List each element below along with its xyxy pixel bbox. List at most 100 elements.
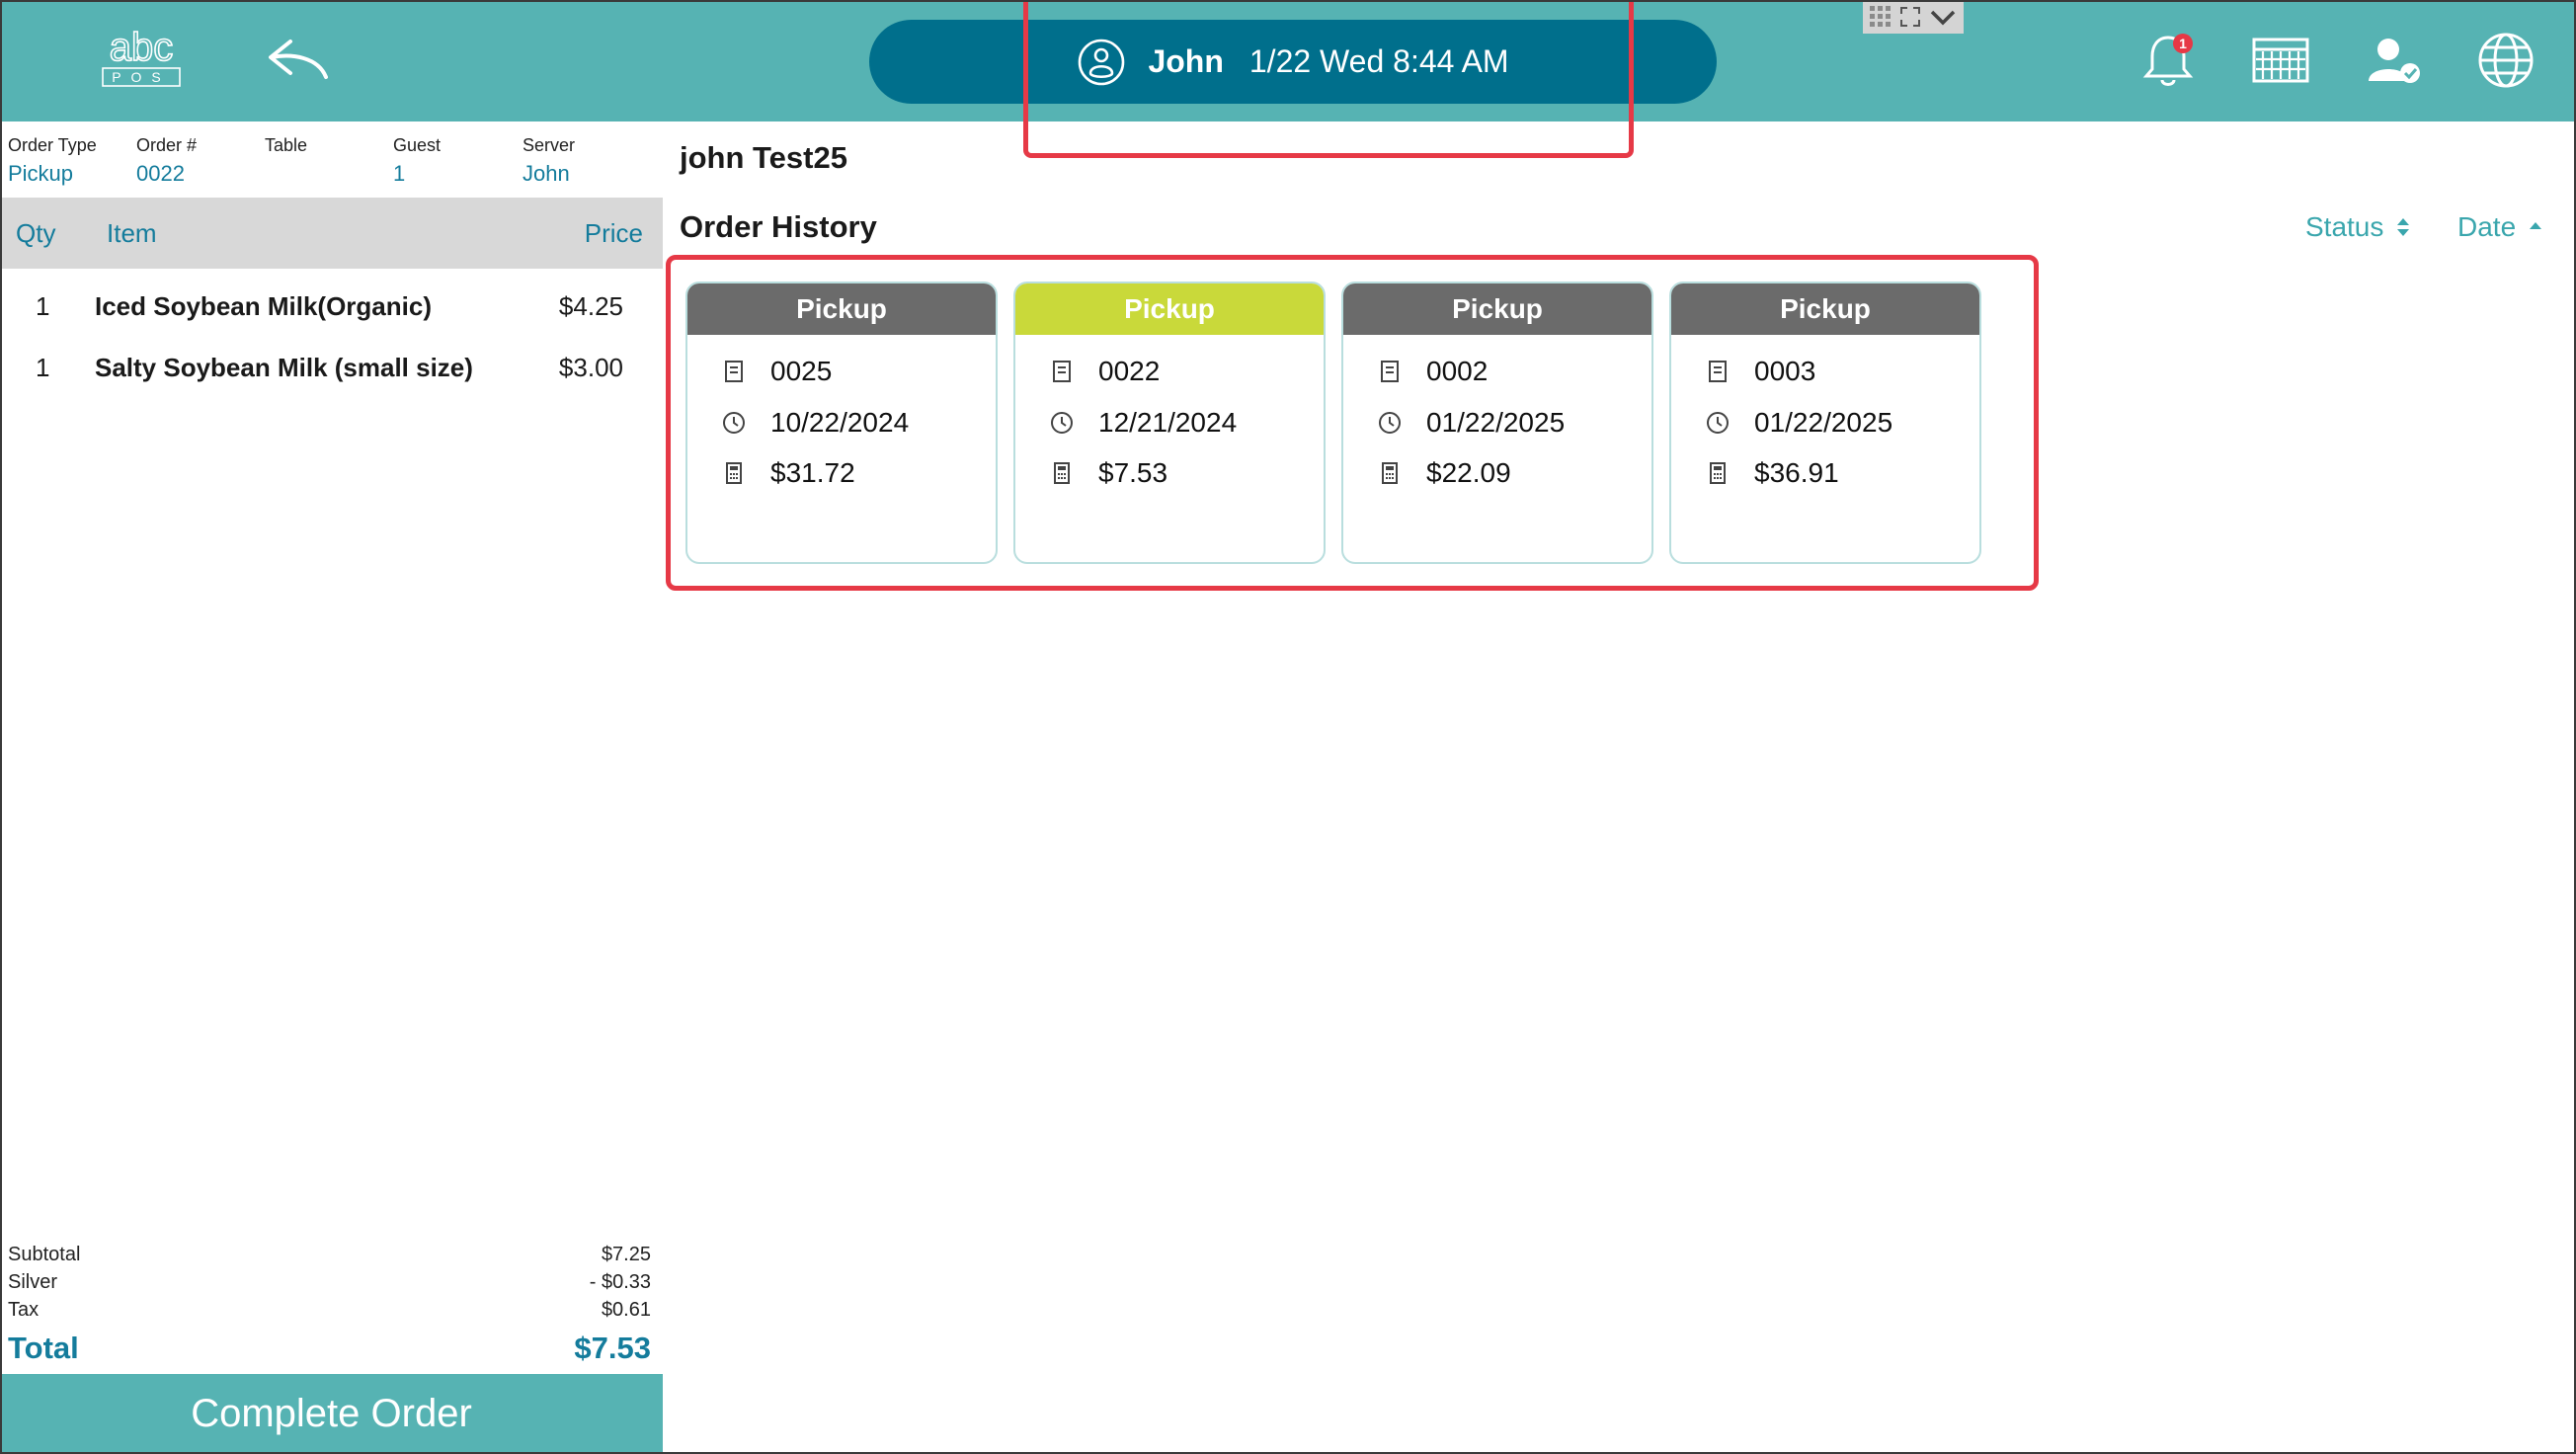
current-datetime: 1/22 Wed 8:44 AM xyxy=(1248,43,1509,79)
notification-badge: 1 xyxy=(2179,36,2187,51)
line-price: $4.25 xyxy=(558,291,623,321)
receipt-icon xyxy=(1053,361,1071,382)
card-order-row: 0003 xyxy=(1705,352,1815,391)
calendar-grid-icon[interactable] xyxy=(2246,26,2315,95)
line-name: Iced Soybean Milk(Organic) xyxy=(95,291,432,321)
card-order-number: 0025 xyxy=(770,356,833,386)
table-label: Table xyxy=(265,135,308,155)
card-date: 10/22/2024 xyxy=(770,407,910,438)
card-amount-row: $31.72 xyxy=(721,453,855,493)
card-amount: $31.72 xyxy=(770,457,855,488)
card-order-number: 0002 xyxy=(1426,356,1489,386)
back-arrow-icon[interactable] xyxy=(267,36,332,83)
globe-icon[interactable] xyxy=(2471,26,2540,95)
card-type: Pickup xyxy=(1343,283,1651,335)
keyboard-grid-icon[interactable] xyxy=(1869,5,1892,29)
card-order-row: 0025 xyxy=(721,352,832,391)
receipt-icon xyxy=(1709,361,1727,382)
server-value[interactable]: John xyxy=(523,161,570,187)
user-check-icon[interactable] xyxy=(2359,26,2428,95)
card-amount-row: $22.09 xyxy=(1377,453,1511,493)
clock-icon xyxy=(1707,412,1729,434)
clock-icon xyxy=(723,412,745,434)
card-amount-row: $36.91 xyxy=(1705,453,1839,493)
card-type: Pickup xyxy=(687,283,996,335)
card-order-number: 0022 xyxy=(1098,356,1161,386)
calculator-icon xyxy=(1710,462,1726,484)
card-amount-row: $7.53 xyxy=(1049,453,1167,493)
total-label: Total xyxy=(8,1331,79,1365)
top-bar: abc POS John 1/22 Wed 8:44 AM 1 xyxy=(0,0,2576,121)
calculator-icon xyxy=(1054,462,1070,484)
bell-icon[interactable]: 1 xyxy=(2133,26,2203,95)
card-date-row: 01/22/2025 xyxy=(1377,403,1565,443)
clock-icon xyxy=(1379,412,1401,434)
line-qty: 1 xyxy=(36,291,50,321)
card-order-row: 0002 xyxy=(1377,352,1488,391)
clock-icon xyxy=(1051,412,1073,434)
order-line-item[interactable]: 1 Salty Soybean Milk (small size) $3.00 xyxy=(0,353,663,392)
order-panel: Order Type Pickup Order # 0022 Table Gue… xyxy=(0,121,663,1454)
order-type-label: Order Type xyxy=(8,135,97,155)
complete-order-button[interactable]: Complete Order xyxy=(0,1374,663,1454)
discount-label: Silver xyxy=(8,1271,58,1293)
subtotal-value: $7.25 xyxy=(601,1244,651,1265)
chevron-down-icon[interactable] xyxy=(1928,5,1958,29)
user-icon xyxy=(1079,39,1125,85)
sort-status-label: Status xyxy=(2305,211,2384,242)
sort-date-label: Date xyxy=(2457,211,2517,242)
history-card[interactable]: Pickup 0025 10/22/2024 $31.72 xyxy=(685,282,998,564)
sort-date-button[interactable]: Date xyxy=(2457,211,2545,243)
card-type: Pickup xyxy=(1671,283,1979,335)
tax-label: Tax xyxy=(8,1299,40,1321)
guest-value[interactable]: 1 xyxy=(393,161,405,187)
guest-label: Guest xyxy=(393,135,442,155)
window-tool-strip xyxy=(1863,0,1964,34)
history-card[interactable]: Pickup 0003 01/22/2025 $36.91 xyxy=(1669,282,1981,564)
line-qty: 1 xyxy=(36,353,50,382)
logo-letters: abc xyxy=(110,26,174,69)
card-date: 12/21/2024 xyxy=(1098,407,1238,438)
logo-sub: POS xyxy=(112,69,171,85)
order-number-label: Order # xyxy=(136,135,198,155)
qty-column-header: Qty xyxy=(16,218,56,248)
card-amount: $36.91 xyxy=(1754,457,1839,488)
item-column-header: Item xyxy=(107,218,157,248)
total-value: $7.53 xyxy=(574,1331,651,1365)
calculator-icon xyxy=(1382,462,1398,484)
calculator-icon xyxy=(726,462,742,484)
card-date: 01/22/2025 xyxy=(1754,407,1893,438)
card-amount: $7.53 xyxy=(1098,457,1168,488)
customer-name: john Test25 xyxy=(680,140,847,175)
order-type-value[interactable]: Pickup xyxy=(8,161,73,187)
current-user-name: John xyxy=(1148,43,1224,79)
abc-pos-logo[interactable]: abc POS xyxy=(99,25,184,90)
sort-updown-icon xyxy=(2397,218,2410,236)
line-name: Salty Soybean Milk (small size) xyxy=(95,353,473,382)
history-card[interactable]: Pickup 0002 01/22/2025 $22.09 xyxy=(1341,282,1653,564)
order-history-title: Order History xyxy=(680,209,877,244)
order-number-value: 0022 xyxy=(136,161,185,186)
receipt-icon xyxy=(1381,361,1399,382)
sort-ascending-icon xyxy=(2530,222,2542,229)
server-label: Server xyxy=(523,135,576,155)
order-line-item[interactable]: 1 Iced Soybean Milk(Organic) $4.25 xyxy=(0,291,663,331)
history-card-selected[interactable]: Pickup 0022 12/21/2024 $7.53 xyxy=(1013,282,1326,564)
card-date-row: 10/22/2024 xyxy=(721,403,909,443)
card-date-row: 12/21/2024 xyxy=(1049,403,1237,443)
item-grid-header: Qty Item Price xyxy=(0,198,663,269)
line-price: $3.00 xyxy=(558,353,623,382)
card-order-number: 0003 xyxy=(1754,356,1816,386)
user-datetime-pill[interactable]: John 1/22 Wed 8:44 AM xyxy=(869,20,1717,104)
price-column-header: Price xyxy=(584,218,643,248)
sort-status-button[interactable]: Status xyxy=(2305,211,2413,243)
card-amount: $22.09 xyxy=(1426,457,1511,488)
discount-value: - $0.33 xyxy=(589,1271,651,1293)
subtotal-label: Subtotal xyxy=(8,1244,81,1265)
card-type: Pickup xyxy=(1015,283,1324,335)
expand-icon[interactable] xyxy=(1898,5,1922,29)
card-order-row: 0022 xyxy=(1049,352,1160,391)
tax-value: $0.61 xyxy=(601,1299,651,1321)
receipt-icon xyxy=(725,361,743,382)
card-date-row: 01/22/2025 xyxy=(1705,403,1892,443)
